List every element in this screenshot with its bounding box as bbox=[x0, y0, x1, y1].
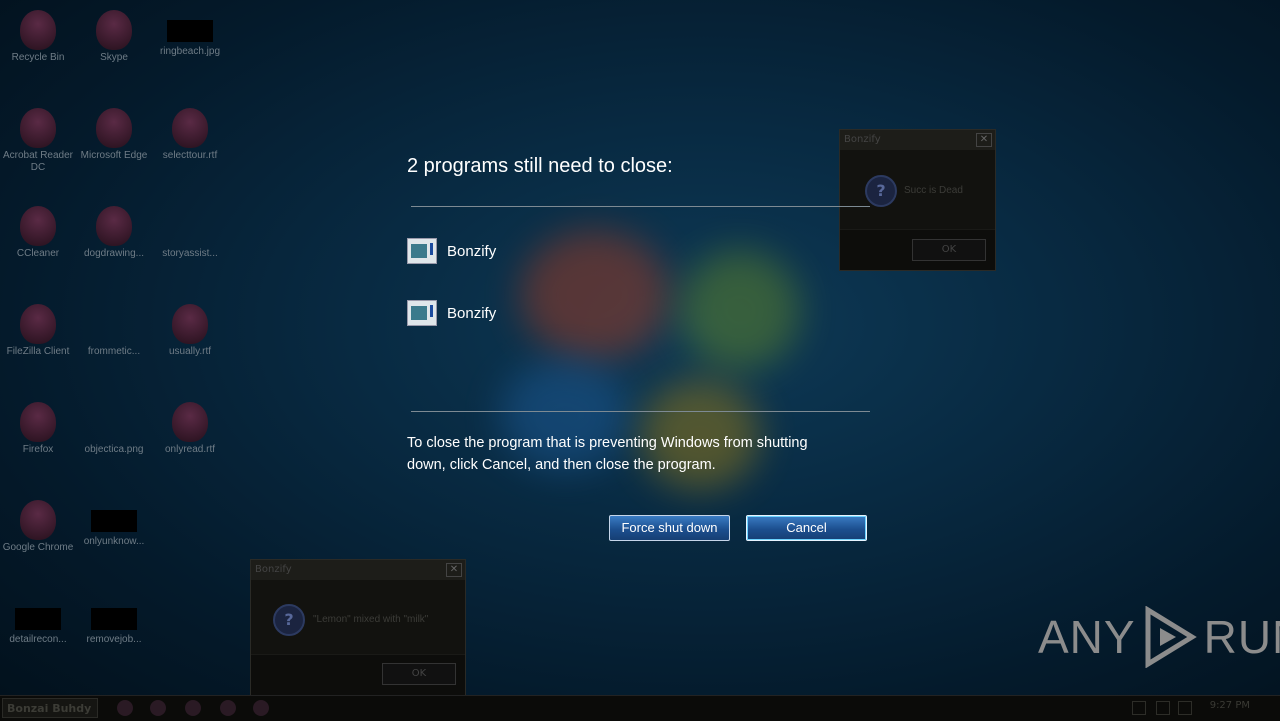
program-name: Bonzify bbox=[447, 304, 497, 322]
question-icon: ? bbox=[273, 604, 305, 636]
ok-button[interactable]: OK bbox=[912, 239, 986, 261]
bonzi-icon bbox=[20, 108, 56, 148]
bonzi-icon bbox=[20, 402, 56, 442]
desktop-icon-label: Microsoft Edge bbox=[80, 150, 148, 161]
bonzi-taskbar-icon[interactable] bbox=[220, 700, 236, 716]
dialog-title: Bonzify bbox=[255, 564, 292, 575]
desktop-icon-label: Skype bbox=[100, 52, 128, 63]
cancel-button[interactable]: Cancel bbox=[746, 515, 867, 541]
desktop-icon[interactable]: removejob... bbox=[76, 598, 152, 646]
bonzi-icon bbox=[20, 206, 56, 246]
shutdown-message: To close the program that is preventing … bbox=[407, 435, 808, 473]
shutdown-title: 2 programs still need to close: bbox=[407, 155, 673, 177]
desktop-icon-label: storyassist... bbox=[162, 248, 218, 259]
desktop-icon[interactable]: detailrecon... bbox=[0, 598, 76, 646]
desktop-icon[interactable]: Acrobat Reader DC bbox=[0, 108, 76, 174]
dialog-title: Bonzify bbox=[844, 134, 881, 145]
tray-flag-icon[interactable] bbox=[1156, 701, 1170, 715]
file-thumbnail-icon bbox=[167, 20, 213, 42]
desktop-icon-label: selecttour.rtf bbox=[162, 150, 218, 161]
desktop-icon-label: onlyread.rtf bbox=[164, 444, 216, 455]
desktop-icon-label: CCleaner bbox=[16, 248, 60, 259]
bonzify-dialog-left[interactable]: Bonzify ✕ ? "Lemon" mixed with "milk" OK bbox=[250, 559, 466, 696]
play-logo-icon bbox=[1145, 606, 1197, 668]
bonzi-taskbar-icon[interactable] bbox=[117, 700, 133, 716]
program-name: Bonzify bbox=[447, 242, 497, 260]
file-thumbnail-icon bbox=[15, 608, 61, 630]
desktop-icon[interactable]: Microsoft Edge bbox=[76, 108, 152, 162]
force-shut-down-button[interactable]: Force shut down bbox=[609, 515, 730, 541]
desktop-icon-label: frommetic... bbox=[87, 346, 141, 357]
bonzi-icon bbox=[96, 108, 132, 148]
desktop-icon-label: dogdrawing... bbox=[83, 248, 145, 259]
desktop-icon-label: Firefox bbox=[22, 444, 54, 455]
program-window-icon bbox=[407, 238, 437, 264]
watermark-any: ANY bbox=[1038, 611, 1136, 663]
desktop-icon[interactable]: selecttour.rtf bbox=[152, 108, 228, 162]
desktop-icon[interactable]: Firefox bbox=[0, 402, 76, 456]
desktop-icon[interactable]: CCleaner bbox=[0, 206, 76, 260]
file-thumbnail-icon bbox=[91, 510, 137, 532]
dialog-footer: OK bbox=[251, 654, 465, 695]
tray-network-icon[interactable] bbox=[1178, 701, 1192, 715]
desktop-icon[interactable]: frommetic... bbox=[76, 304, 152, 358]
desktop-icon-label: objectica.png bbox=[84, 444, 144, 455]
program-item: Bonzify bbox=[407, 238, 496, 264]
desktop-icon[interactable]: objectica.png bbox=[76, 402, 152, 456]
dialog-message: Succ is Dead bbox=[904, 185, 963, 196]
desktop-icon[interactable]: onlyread.rtf bbox=[152, 402, 228, 456]
desktop-icon-label: Google Chrome bbox=[2, 542, 74, 553]
desktop-icon[interactable]: FileZilla Client bbox=[0, 304, 76, 358]
bonzi-icon bbox=[172, 402, 208, 442]
taskbar-clock[interactable]: 9:27 PM bbox=[1210, 700, 1250, 711]
dialog-title-bar[interactable]: Bonzify ✕ bbox=[840, 130, 995, 150]
desktop-icon[interactable]: ringbeach.jpg bbox=[152, 10, 228, 58]
ok-button[interactable]: OK bbox=[382, 663, 456, 685]
desktop-icon[interactable]: Recycle Bin bbox=[0, 10, 76, 64]
question-icon: ? bbox=[865, 175, 897, 207]
desktop-icon-label: ringbeach.jpg bbox=[159, 46, 221, 57]
dialog-footer: OK bbox=[840, 229, 995, 270]
bonzi-taskbar-icon[interactable] bbox=[185, 700, 201, 716]
divider-bottom bbox=[411, 411, 870, 412]
desktop-icon-label: usually.rtf bbox=[168, 346, 212, 357]
program-item: Bonzify bbox=[407, 300, 496, 326]
taskbar: Bonzai Buhdy 9:27 PM bbox=[0, 695, 1280, 721]
desktop-icon[interactable]: dogdrawing... bbox=[76, 206, 152, 260]
bonzi-icon bbox=[20, 500, 56, 540]
desktop-icon[interactable]: usually.rtf bbox=[152, 304, 228, 358]
bonzi-icon bbox=[172, 304, 208, 344]
program-window-icon bbox=[407, 300, 437, 326]
file-thumbnail-icon bbox=[91, 608, 137, 630]
desktop-icon[interactable]: Skype bbox=[76, 10, 152, 64]
bonzi-icon bbox=[96, 206, 132, 246]
desktop-icon-label: Recycle Bin bbox=[11, 52, 65, 63]
bonzi-icon bbox=[20, 10, 56, 50]
dialog-message: "Lemon" mixed with "milk" bbox=[313, 614, 429, 625]
tray-arrow-icon[interactable] bbox=[1132, 701, 1146, 715]
bonzi-icon bbox=[96, 10, 132, 50]
bonzify-dialog-right[interactable]: Bonzify ✕ ? Succ is Dead OK bbox=[839, 129, 996, 271]
desktop-icon-label: Acrobat Reader DC bbox=[2, 150, 74, 173]
bonzi-taskbar-icon[interactable] bbox=[253, 700, 269, 716]
desktop-icon[interactable]: onlyunknow... bbox=[76, 500, 152, 548]
start-button[interactable]: Bonzai Buhdy bbox=[2, 698, 98, 718]
desktop-icon-label: detailrecon... bbox=[9, 634, 67, 645]
bonzi-icon bbox=[20, 304, 56, 344]
desktop-icon[interactable]: Google Chrome bbox=[0, 500, 76, 554]
close-icon[interactable]: ✕ bbox=[446, 563, 462, 577]
desktop-icon[interactable]: storyassist... bbox=[152, 206, 228, 260]
divider-top bbox=[411, 206, 870, 207]
desktop-icon-label: onlyunknow... bbox=[83, 536, 145, 547]
close-icon[interactable]: ✕ bbox=[976, 133, 992, 147]
desktop-icon-label: removejob... bbox=[86, 634, 142, 645]
dialog-title-bar[interactable]: Bonzify ✕ bbox=[251, 560, 465, 580]
bonzi-icon bbox=[172, 108, 208, 148]
desktop-icon-label: FileZilla Client bbox=[6, 346, 70, 357]
bonzi-taskbar-icon[interactable] bbox=[150, 700, 166, 716]
anyrun-watermark: ANY RUN bbox=[1038, 606, 1280, 668]
watermark-run: RUN bbox=[1203, 611, 1280, 663]
